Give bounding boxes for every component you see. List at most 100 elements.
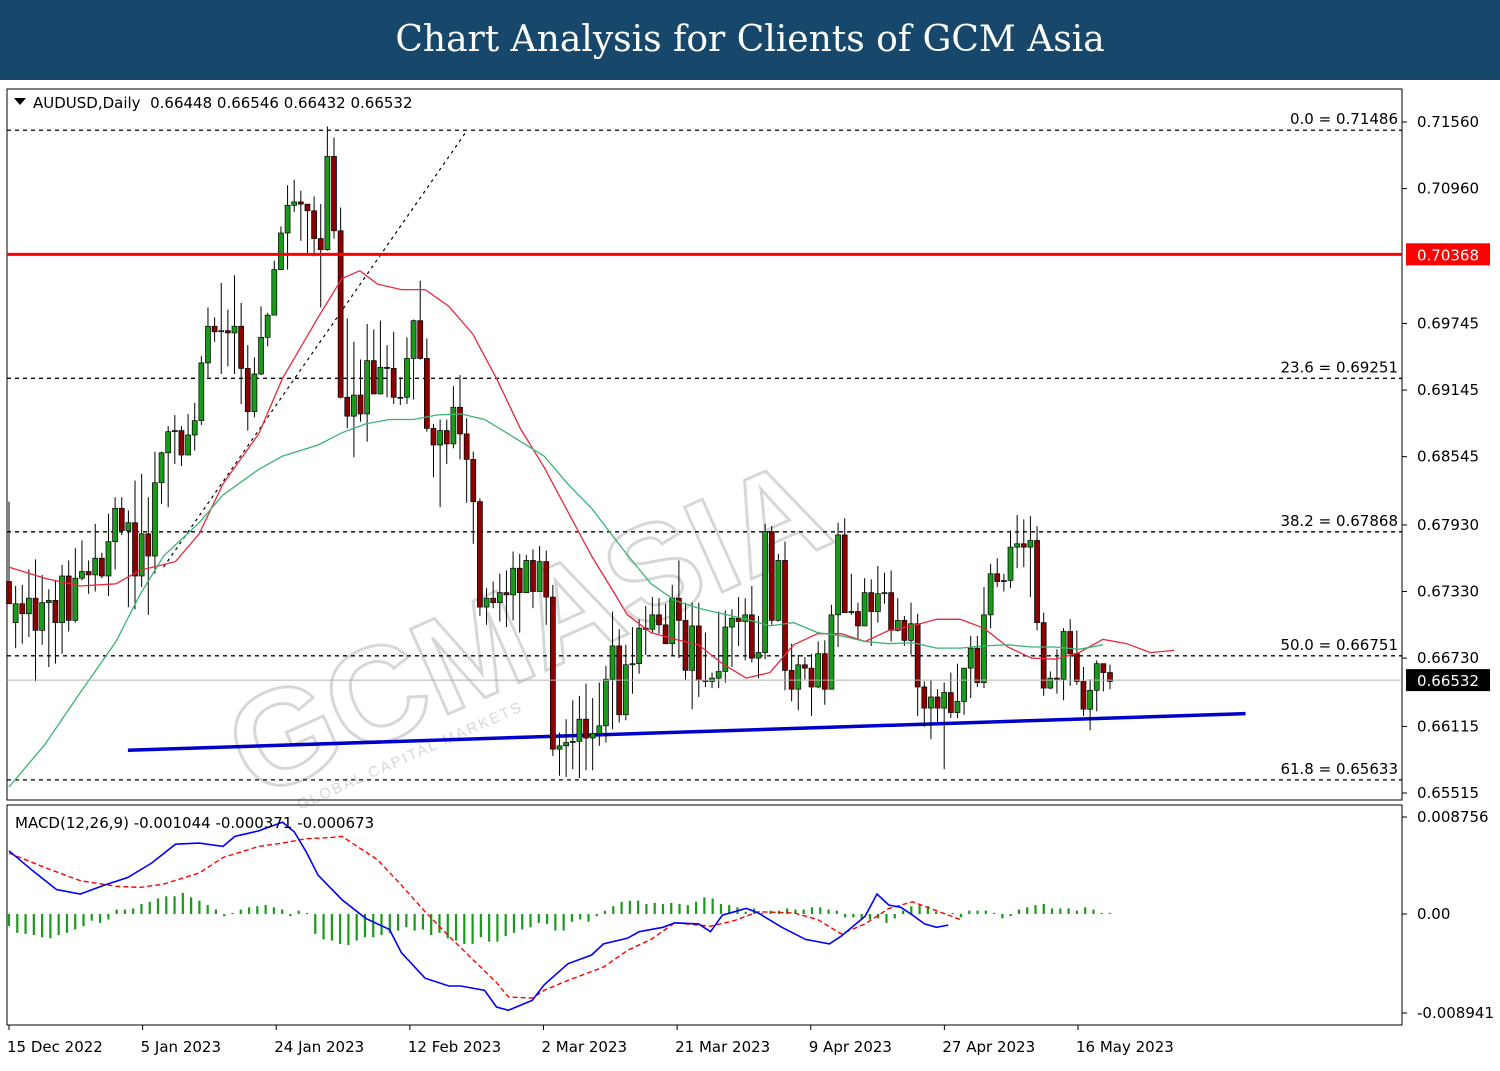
candle-body — [828, 614, 835, 690]
macd-tick-label: 0.008756 — [1417, 808, 1489, 826]
x-tick-label: 24 Jan 2023 — [274, 1038, 364, 1056]
candle-body — [364, 360, 371, 415]
candle-body — [191, 420, 198, 436]
macd-tick-label: 0.00 — [1417, 905, 1450, 923]
x-tick-label: 27 Apr 2023 — [942, 1038, 1035, 1056]
y-tick-label: 0.67930 — [1417, 516, 1479, 534]
candlestick — [550, 584, 556, 756]
candle-body — [105, 541, 112, 577]
candle-body — [258, 336, 264, 375]
candle-body — [99, 557, 105, 577]
candle-body — [755, 652, 762, 659]
candle-body — [357, 394, 364, 415]
candle-body — [19, 603, 26, 615]
candle-body — [470, 459, 477, 502]
candle-body — [941, 692, 948, 709]
candle-body — [324, 156, 331, 251]
candle-body — [1087, 689, 1093, 710]
candle-body — [125, 522, 132, 531]
candle-body — [26, 597, 32, 615]
candle-body — [875, 593, 881, 612]
candle-body — [762, 531, 768, 653]
candle-body — [85, 571, 92, 576]
candle-body — [450, 406, 457, 445]
macd-tick-label: -0.008941 — [1417, 1004, 1494, 1022]
resistance-price-label: 0.70368 — [1417, 246, 1479, 264]
candle-body — [152, 482, 158, 557]
candle-body — [185, 434, 191, 456]
candle-body — [1067, 631, 1074, 655]
candle-body — [881, 592, 888, 595]
y-tick-label: 0.70960 — [1417, 180, 1479, 198]
candle-body — [689, 625, 696, 671]
candle-body — [145, 533, 152, 557]
candlestick — [828, 604, 835, 690]
x-tick-label: 2 Mar 2023 — [542, 1038, 628, 1056]
candle-body — [244, 368, 251, 413]
candle-body — [510, 567, 516, 596]
candle-body — [516, 567, 523, 593]
candlestick — [768, 526, 775, 625]
y-tick-label: 0.69745 — [1417, 314, 1479, 332]
x-tick-label: 15 Dec 2022 — [7, 1038, 103, 1056]
candlestick — [762, 523, 768, 660]
candle-body — [1080, 681, 1087, 710]
candle-body — [1020, 543, 1027, 548]
candle-body — [132, 522, 138, 577]
candlestick — [523, 554, 530, 593]
candle-body — [12, 603, 19, 623]
candle-body — [523, 560, 530, 593]
candle-body — [947, 692, 954, 713]
candle-body — [297, 201, 304, 205]
candle-body — [278, 232, 284, 270]
candlestick — [782, 541, 788, 691]
candle-body — [1060, 631, 1067, 680]
candle-body — [437, 430, 443, 446]
candle-body — [39, 602, 46, 631]
fibonacci-level-label: 23.6 = 0.69251 — [1280, 358, 1398, 376]
candle-body — [974, 647, 981, 683]
candle-body — [622, 664, 629, 716]
candle-body — [775, 560, 782, 621]
instrument-header-text: AUDUSD,Daily 0.66448 0.66546 0.66432 0.6… — [33, 94, 413, 112]
candle-body — [921, 686, 928, 709]
candle-body — [397, 396, 404, 399]
candle-body — [868, 592, 875, 612]
candle-body — [861, 592, 868, 627]
candle-body — [490, 597, 497, 603]
candle-body — [967, 647, 974, 669]
x-tick-label: 12 Feb 2023 — [408, 1038, 501, 1056]
candle-body — [463, 433, 470, 460]
candle-body — [603, 678, 609, 727]
y-tick-label: 0.67330 — [1417, 583, 1479, 601]
candle-body — [901, 620, 908, 641]
candle-body — [795, 664, 802, 690]
candle-body — [430, 428, 437, 446]
chart-canvas: GCMASIA GLOBAL CAPITAL MARKETS 0.0 = 0.7… — [0, 80, 1500, 1071]
y-tick-label: 0.69145 — [1417, 381, 1479, 399]
candle-body — [6, 581, 12, 605]
candle-body — [45, 600, 52, 603]
candle-body — [410, 320, 417, 359]
candle-body — [251, 373, 258, 413]
candle-body — [934, 696, 941, 709]
candle-body — [496, 592, 503, 603]
candle-body — [550, 596, 556, 750]
instrument-header: AUDUSD,Daily 0.66448 0.66546 0.66432 0.6… — [14, 94, 413, 112]
candle-body — [390, 368, 397, 398]
candle-body — [589, 733, 596, 739]
candle-body — [715, 671, 722, 679]
y-tick-label: 0.71560 — [1417, 113, 1479, 131]
candle-body — [695, 625, 702, 681]
candle-body — [1093, 663, 1100, 691]
x-tick-label: 5 Jan 2023 — [141, 1038, 221, 1056]
candle-body — [443, 430, 450, 445]
candle-body — [351, 394, 357, 417]
candle-body — [682, 620, 689, 671]
candle-body — [331, 156, 337, 232]
candle-body — [848, 611, 855, 613]
candle-body — [841, 534, 848, 613]
candle-body — [855, 611, 861, 627]
y-tick-label: 0.65515 — [1417, 784, 1479, 802]
candle-body — [211, 325, 218, 333]
